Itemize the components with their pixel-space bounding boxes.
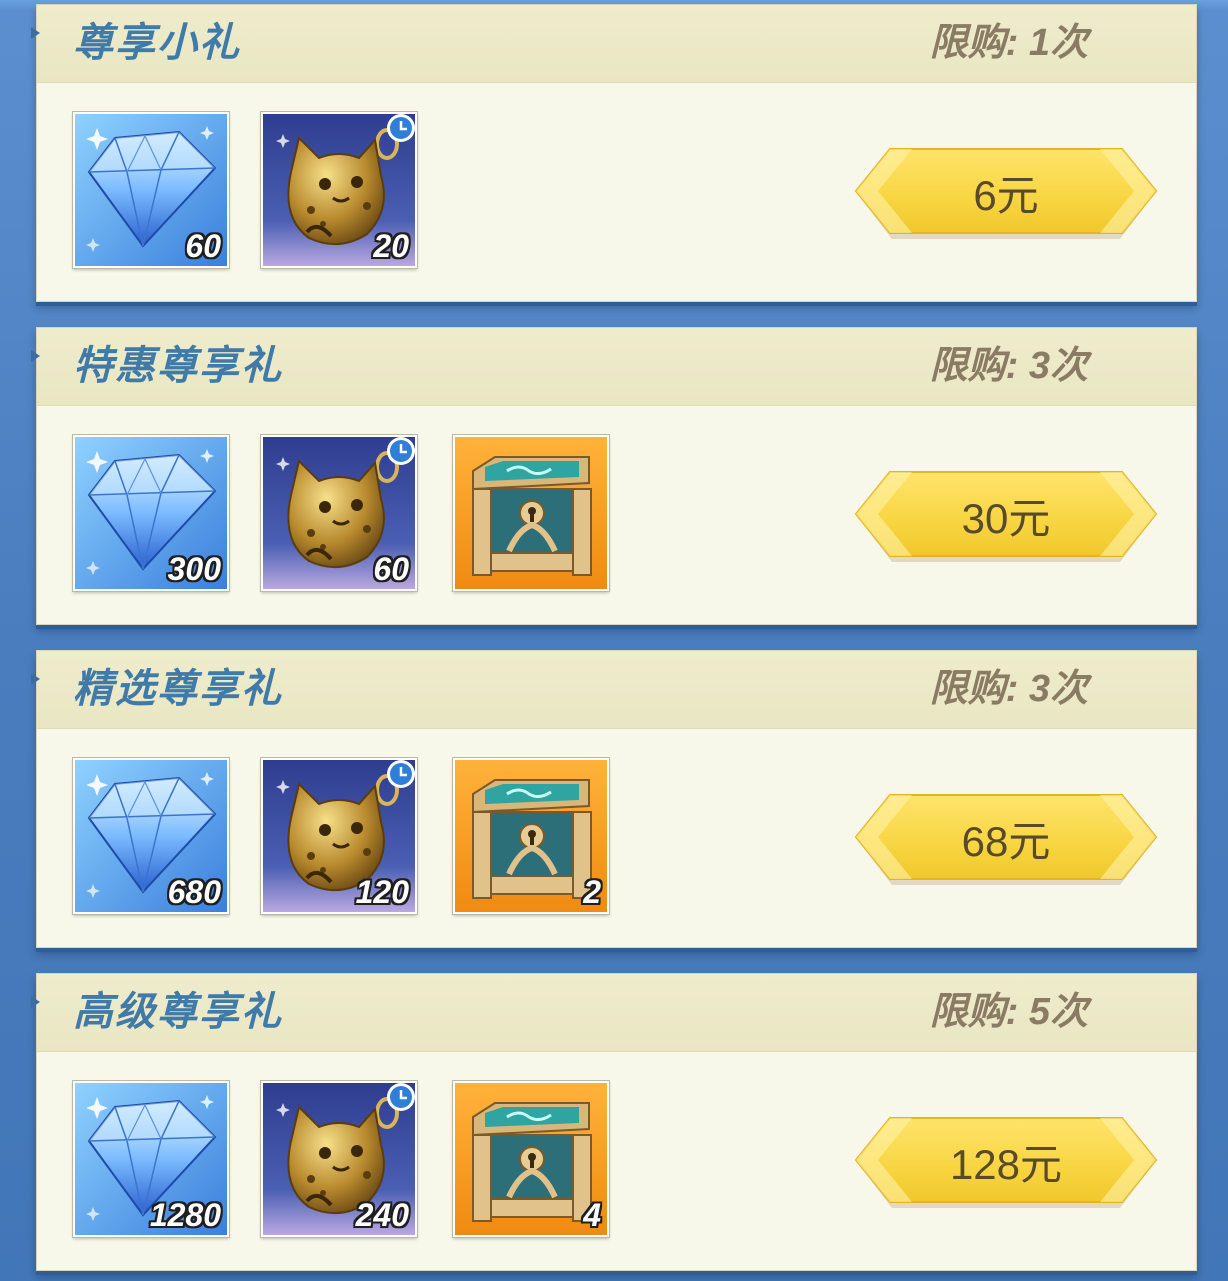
reward-count: 120 xyxy=(355,874,409,910)
corner-marker xyxy=(31,27,40,39)
purchase-limit: 限购: 5次 xyxy=(929,991,1088,1033)
reward-count: 4 xyxy=(583,1197,601,1233)
card-header: 高级尊享礼 限购: 5次 xyxy=(31,974,1196,1052)
price-label: 6元 xyxy=(973,171,1039,219)
reward-count: 60 xyxy=(185,228,221,264)
card-header: 精选尊享礼 限购: 3次 xyxy=(31,651,1196,729)
reward-item[interactable]: 1280 xyxy=(72,1080,230,1238)
package-title: 特惠尊享礼 xyxy=(73,344,283,388)
reward-item[interactable]: 300 xyxy=(72,434,230,592)
reward-item[interactable]: 120 xyxy=(260,757,418,915)
package-card: 特惠尊享礼 限购: 3次 300 60 30元 xyxy=(31,327,1197,625)
corner-marker xyxy=(31,996,40,1008)
reward-count: 20 xyxy=(373,228,409,264)
price-label: 68元 xyxy=(961,817,1051,865)
buy-button[interactable]: 68元 xyxy=(852,793,1160,887)
reward-count: 60 xyxy=(373,551,409,587)
reward-item[interactable] xyxy=(452,434,610,592)
reward-count: 300 xyxy=(167,551,221,587)
purchase-limit: 限购: 3次 xyxy=(929,345,1088,387)
price-label: 128元 xyxy=(949,1140,1063,1188)
reward-item[interactable]: 20 xyxy=(260,111,418,269)
package-title: 精选尊享礼 xyxy=(73,667,283,711)
package-title: 尊享小礼 xyxy=(73,21,241,65)
reward-item[interactable]: 680 xyxy=(72,757,230,915)
price-label: 30元 xyxy=(961,494,1051,542)
reward-item[interactable]: 2 xyxy=(452,757,610,915)
card-header: 尊享小礼 限购: 1次 xyxy=(31,5,1196,83)
reward-count: 2 xyxy=(583,874,601,910)
package-card: 高级尊享礼 限购: 5次 1280 240 4 128元 xyxy=(31,973,1197,1271)
card-header: 特惠尊享礼 限购: 3次 xyxy=(31,328,1196,406)
reward-count: 1280 xyxy=(149,1197,221,1233)
buy-button[interactable]: 6元 xyxy=(852,147,1160,241)
reward-item[interactable]: 60 xyxy=(72,111,230,269)
purchase-limit: 限购: 1次 xyxy=(929,22,1088,64)
reward-count: 240 xyxy=(355,1197,409,1233)
reward-item[interactable]: 60 xyxy=(260,434,418,592)
buy-button[interactable]: 30元 xyxy=(852,470,1160,564)
reward-item[interactable]: 4 xyxy=(452,1080,610,1238)
purchase-limit: 限购: 3次 xyxy=(929,668,1088,710)
corner-marker xyxy=(31,350,40,362)
package-card: 精选尊享礼 限购: 3次 680 120 2 68元 xyxy=(31,650,1197,948)
reward-count: 680 xyxy=(167,874,221,910)
package-card: 尊享小礼 限购: 1次 60 20 6元 xyxy=(31,4,1197,302)
corner-marker xyxy=(31,673,40,685)
buy-button[interactable]: 128元 xyxy=(852,1116,1160,1210)
reward-item[interactable]: 240 xyxy=(260,1080,418,1238)
package-title: 高级尊享礼 xyxy=(73,990,283,1034)
